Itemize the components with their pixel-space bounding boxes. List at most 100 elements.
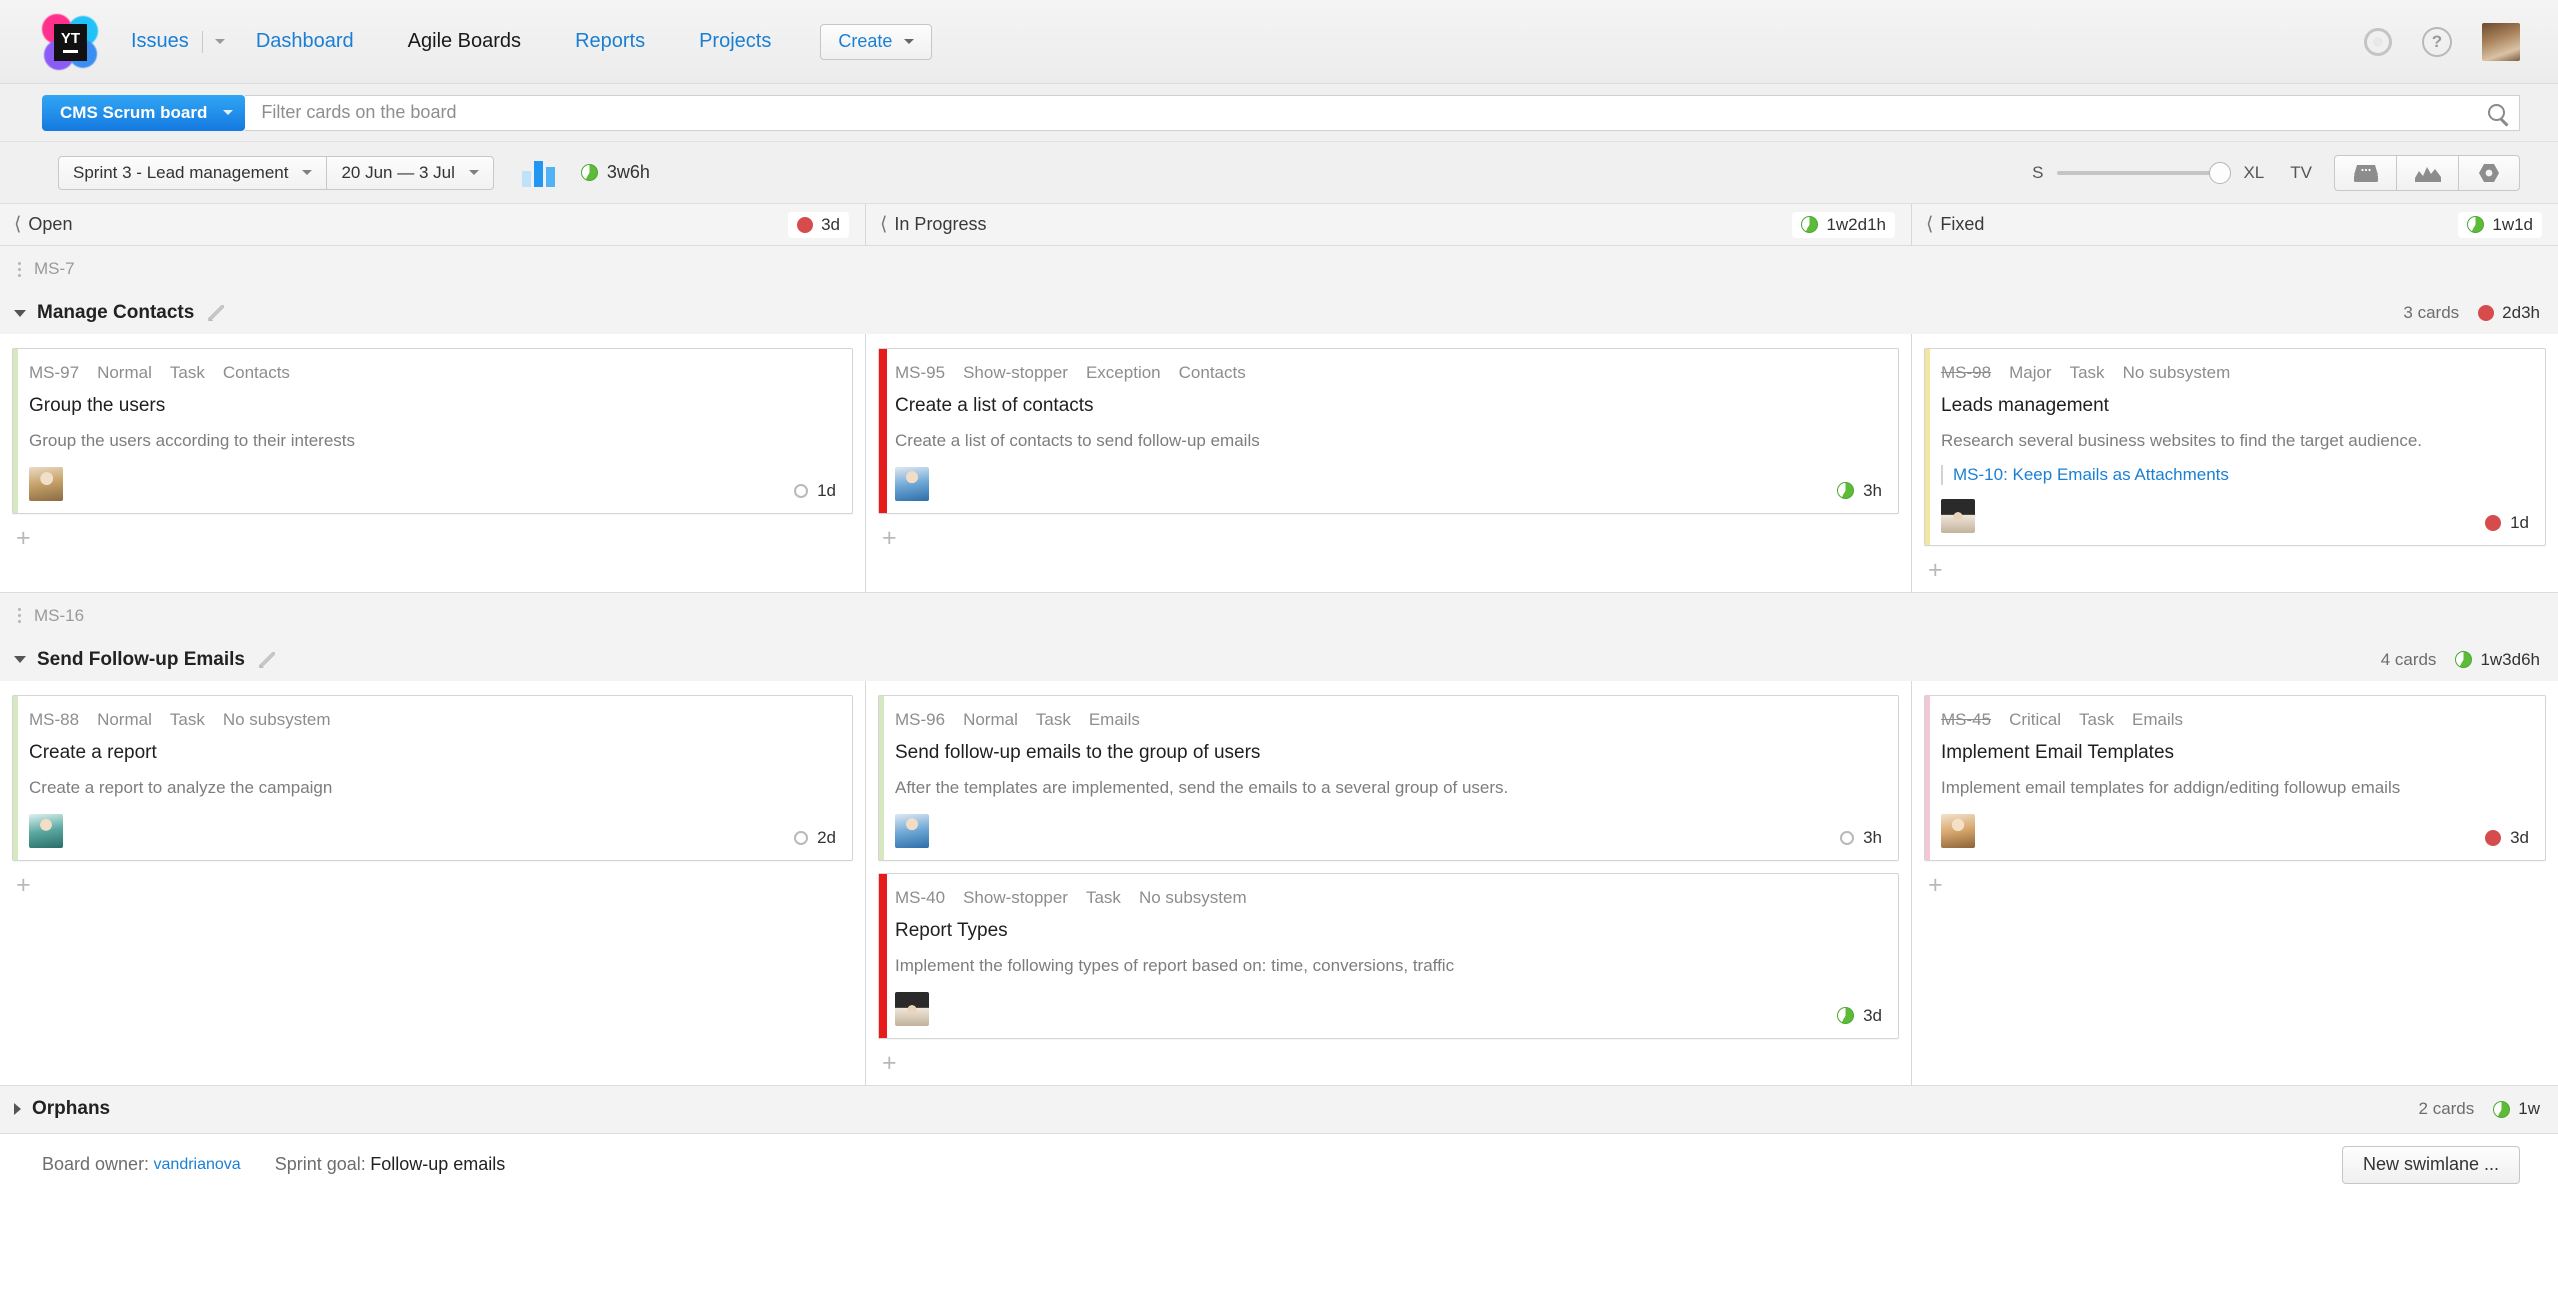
card-footer: 3h [895, 800, 1882, 848]
chart-bars-icon[interactable] [521, 159, 555, 187]
create-button[interactable]: Create [820, 23, 933, 60]
nav-link-dashboard[interactable]: Dashboard [255, 30, 355, 53]
card-title: Implement Email Templates [1941, 741, 2175, 763]
youtrack-logo-icon[interactable]: YT [42, 13, 98, 70]
card-issue-id[interactable]: MS-97 [29, 363, 79, 383]
card-description: After the templates are implemented, sen… [895, 777, 1509, 797]
board-selector[interactable]: CMS Scrum board [42, 94, 246, 131]
orphans-swimlane[interactable]: Orphans 2 cards 1w [0, 1085, 2558, 1134]
card-assignee-avatar[interactable] [895, 991, 929, 1026]
card-issue-id[interactable]: MS-45 [1941, 710, 1991, 730]
sprint-estimation: 3w6h [580, 162, 650, 183]
card-title: Leads management [1941, 395, 2109, 416]
card-footer: 1d [1941, 485, 2529, 533]
add-card-button[interactable]: + [878, 1050, 1899, 1085]
collapse-arrow-icon[interactable] [14, 309, 26, 317]
add-card-button[interactable]: + [12, 525, 853, 560]
slider-max-label: XL [2243, 162, 2265, 182]
card-assignee-avatar[interactable] [29, 813, 63, 848]
board-footer: Board owner: vandrianova Sprint goal: Fo… [0, 1133, 2558, 1196]
settings-ring-icon[interactable] [2364, 27, 2392, 56]
card-issue-id[interactable]: MS-98 [1941, 363, 1991, 383]
board-settings-button[interactable] [2458, 154, 2520, 191]
issue-card[interactable]: MS-95 Show-stopper Exception Contacts Create… [878, 348, 1899, 514]
user-avatar[interactable] [2482, 22, 2520, 61]
swimlane-title[interactable]: Manage Contacts [37, 302, 194, 324]
issue-card[interactable]: MS-88 Normal Task No subsystem Create a repo… [12, 694, 853, 861]
board-owner-link[interactable]: vandrianova [154, 1156, 241, 1174]
card-assignee-avatar[interactable] [1941, 498, 1975, 533]
drag-handle-icon[interactable] [14, 261, 24, 277]
collapse-column-icon[interactable]: ⟨ [1926, 215, 1933, 234]
card-assignee-avatar[interactable] [29, 466, 63, 501]
nav-link-agile-boards[interactable]: Agile Boards [407, 30, 522, 53]
card-size-slider[interactable] [2057, 161, 2232, 184]
slider-handle[interactable] [2209, 161, 2232, 184]
board-owner-label: Board owner: [42, 1154, 150, 1175]
card-estimate-value: 3h [1863, 827, 1882, 847]
edit-pencil-icon[interactable] [208, 305, 225, 321]
collapse-arrow-icon[interactable] [14, 656, 26, 664]
card-issue-id[interactable]: MS-96 [895, 710, 945, 730]
card-priority: Normal [97, 363, 152, 382]
card-issue-id[interactable]: MS-40 [895, 888, 945, 908]
add-card-button[interactable]: + [878, 525, 1899, 560]
card-meta-row: MS-45 Critical Task Emails [1941, 710, 2529, 730]
swimlane-title-row: Send Follow-up Emails 4 cards 1w3d6h [0, 638, 2558, 681]
help-icon[interactable]: ? [2422, 26, 2452, 57]
add-card-button[interactable]: + [12, 872, 853, 907]
issue-card[interactable]: MS-40 Show-stopper Task No subsystem Report … [878, 872, 1899, 1039]
nav-link-projects[interactable]: Projects [698, 30, 772, 53]
nav-link-issues[interactable]: Issues [130, 30, 190, 53]
chevron-down-icon [223, 110, 234, 115]
issue-card[interactable]: MS-45 Critical Task Emails Implement Email T… [1924, 694, 2546, 861]
card-assignee-avatar[interactable] [1941, 813, 1975, 848]
card-issue-id[interactable]: MS-95 [895, 363, 945, 383]
card-priority: Show-stopper [963, 363, 1068, 382]
card-linked-issue-link[interactable]: MS-10: Keep Emails as Attachments [1953, 465, 2229, 484]
issue-card[interactable]: MS-96 Normal Task Emails Send follow-up emai… [878, 694, 1899, 861]
sprint-dates-selector[interactable]: 20 Jun — 3 Jul [327, 155, 494, 190]
card-assignee-avatar[interactable] [895, 813, 929, 848]
top-navigation-bar: YT Issues Dashboard Agile Boards Reports… [0, 0, 2558, 84]
search-icon[interactable] [2488, 104, 2505, 121]
red-status-dot-icon [2485, 514, 2502, 531]
sprint-toolbar-right: S XL TV [2032, 154, 2520, 191]
nav-link-reports[interactable]: Reports [574, 30, 646, 53]
archive-button[interactable] [2334, 154, 2396, 191]
filter-bar: CMS Scrum board [0, 84, 2558, 142]
issue-card[interactable]: MS-98 Major Task No subsystem Leads manageme… [1924, 348, 2546, 546]
card-subsystem: Contacts [222, 363, 290, 382]
new-swimlane-button[interactable]: New swimlane ... [2341, 1145, 2520, 1184]
card-size-slider-group: S XL [2032, 161, 2265, 184]
drag-handle-icon[interactable] [14, 608, 24, 624]
card-type: Task [169, 709, 205, 729]
open-status-dot-icon [794, 483, 809, 498]
swimlane: MS-16 Send Follow-up Emails 4 cards 1w3d6h M… [0, 592, 2558, 1086]
chevron-down-icon[interactable] [214, 39, 225, 44]
expand-arrow-icon[interactable] [14, 1103, 21, 1116]
swimlane-title[interactable]: Send Follow-up Emails [37, 649, 245, 671]
card-estimate: 2d [794, 828, 836, 848]
swimlane-issue-id[interactable]: MS-16 [34, 606, 84, 626]
edit-pencil-icon[interactable] [258, 651, 275, 668]
burndown-chart-button[interactable] [2396, 154, 2458, 191]
swimlane-stats: 3 cards 2d3h [2403, 303, 2540, 323]
sprint-selector[interactable]: Sprint 3 - Lead management [58, 155, 328, 190]
swimlane-issue-id[interactable]: MS-7 [34, 259, 75, 279]
tv-mode-button[interactable]: TV [2290, 163, 2312, 183]
card-issue-id[interactable]: MS-88 [29, 710, 79, 730]
column-headers: ⟨ Open 3d ⟨ In Progress 1w2d1h ⟨ Fixed 1w1d [0, 204, 2558, 246]
sprint-goal-label: Sprint goal: [274, 1154, 366, 1175]
add-card-button[interactable]: + [1924, 872, 2546, 907]
open-status-dot-icon [794, 830, 809, 845]
add-card-button[interactable]: + [1924, 557, 2546, 592]
card-type: Task [1035, 709, 1071, 729]
collapse-column-icon[interactable]: ⟨ [880, 215, 887, 234]
filter-cards-input[interactable] [261, 102, 2488, 123]
collapse-column-icon[interactable]: ⟨ [14, 215, 21, 234]
card-assignee-avatar[interactable] [895, 466, 929, 501]
issue-card[interactable]: MS-97 Normal Task Contacts Group the users Gr… [12, 348, 853, 514]
card-estimate-value: 3h [1863, 480, 1882, 500]
card-priority: Normal [963, 709, 1018, 729]
